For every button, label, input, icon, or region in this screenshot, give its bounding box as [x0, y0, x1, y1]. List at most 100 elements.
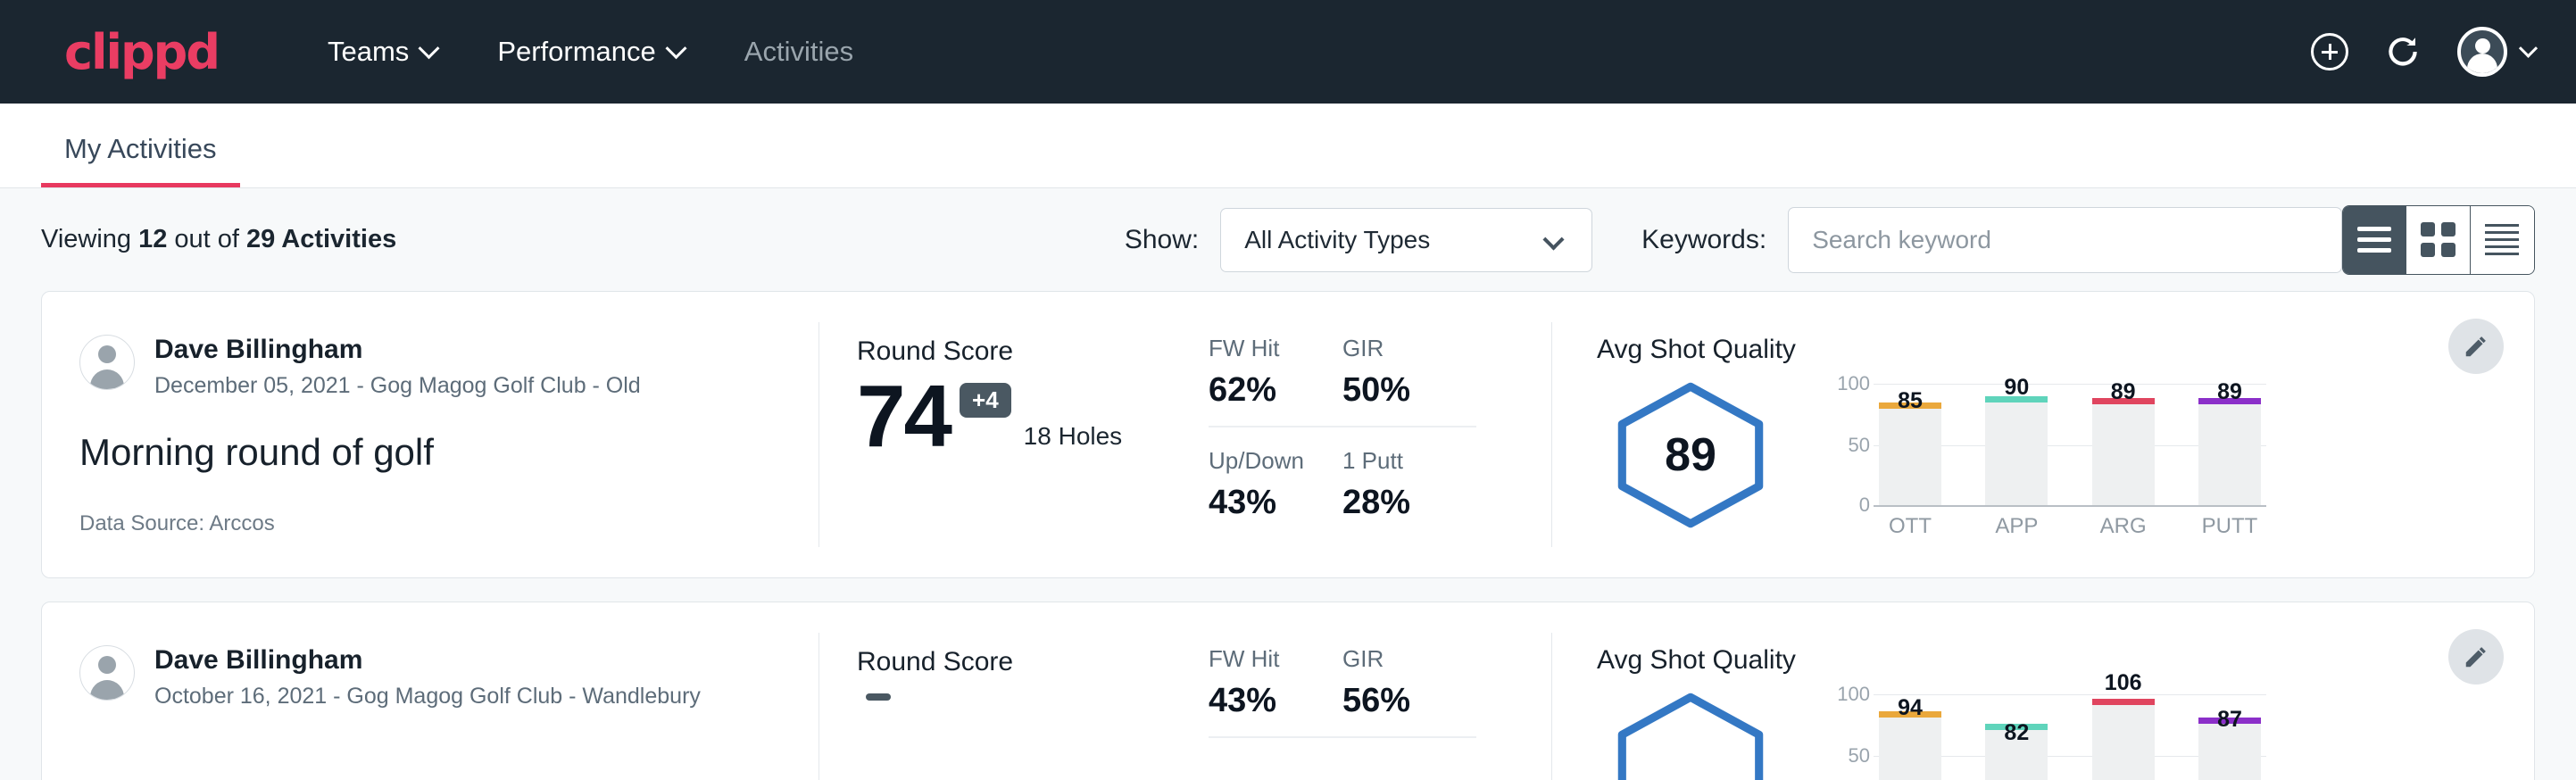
pencil-icon: [2463, 643, 2489, 670]
stat-label: 1 Putt: [1342, 447, 1453, 475]
chart-plot-area: 85 90 89: [1874, 373, 2266, 507]
stat-value: 56%: [1342, 682, 1453, 720]
y-tick-100: 100: [1837, 372, 1870, 395]
stat-label: FW Hit: [1209, 645, 1319, 673]
bar-value: 94: [1898, 695, 1923, 721]
stat-gir: GIR 50%: [1342, 335, 1476, 427]
stat-value: 28%: [1342, 484, 1453, 522]
round-score-value: 74: [857, 374, 951, 458]
activity-summary: Dave Billingham December 05, 2021 - Gog …: [42, 292, 819, 577]
nav-item-performance[interactable]: Performance: [467, 36, 713, 68]
edit-activity-button[interactable]: [2448, 629, 2504, 685]
activity-card[interactable]: Dave Billingham October 16, 2021 - Gog M…: [41, 602, 2535, 780]
primary-nav: Teams Performance Activities: [297, 36, 884, 68]
avg-shot-quality-section: Avg Shot Quality 100 50 0: [1552, 602, 2534, 780]
search-input[interactable]: [1812, 226, 2317, 254]
activity-data-source: Data Source: Arccos: [79, 511, 819, 536]
stat-label: GIR: [1342, 335, 1453, 362]
score-differential-badge: +4: [960, 383, 1011, 418]
avatar: [2457, 27, 2507, 77]
compact-view-button[interactable]: [2471, 206, 2534, 274]
stat-value: 62%: [1209, 371, 1319, 410]
holes-played: 18 Holes: [1024, 422, 1123, 451]
activities-list: Dave Billingham December 05, 2021 - Gog …: [0, 291, 2576, 780]
x-label-arg: ARG: [2092, 514, 2155, 539]
round-score-value-row: 74 +4 18 Holes: [857, 374, 1176, 458]
nav-actions: [2311, 27, 2535, 77]
quality-hexagon: [1597, 681, 1784, 780]
nav-item-activities[interactable]: Activities: [714, 36, 884, 68]
activity-title: Morning round of golf: [79, 431, 819, 474]
quality-hexagon: 89: [1597, 370, 1784, 540]
round-score-label: Round Score: [857, 647, 1176, 677]
stat-gir: GIR 56%: [1342, 645, 1476, 738]
chart-bars: 85 90 89: [1874, 373, 2266, 505]
chevron-down-icon: [2519, 38, 2538, 57]
bar-arg: 89: [2092, 398, 2155, 505]
list-icon: [2357, 227, 2391, 253]
viewing-prefix: Viewing: [41, 225, 138, 253]
quality-score: 89: [1665, 428, 1716, 482]
clippd-logo[interactable]: clippd: [64, 24, 219, 80]
bar-app: 82: [1985, 724, 2048, 780]
filter-toolbar: Viewing 12 out of 29 Activities Show: Al…: [0, 188, 2576, 291]
stat-label: Up/Down: [1209, 447, 1319, 475]
stat-up-down: Up/Down 43%: [1209, 427, 1342, 522]
bar-value: 85: [1898, 388, 1923, 414]
keywords-label: Keywords:: [1641, 225, 1766, 255]
y-tick-50: 50: [1849, 434, 1870, 457]
y-tick-100: 100: [1837, 683, 1870, 706]
bar-ott: 94: [1879, 711, 1941, 780]
player-name: Dave Billingham: [154, 335, 641, 366]
stat-label: FW Hit: [1209, 335, 1319, 362]
activity-type-select[interactable]: All Activity Types: [1220, 208, 1592, 272]
activity-card[interactable]: Dave Billingham December 05, 2021 - Gog …: [41, 291, 2535, 578]
round-stats: FW Hit 43% GIR 56%: [1176, 602, 1551, 780]
viewing-count-text: Viewing 12 out of 29 Activities: [41, 225, 396, 254]
stat-label: GIR: [1342, 645, 1453, 673]
stat-value: 43%: [1209, 484, 1319, 522]
y-tick-50: 50: [1849, 744, 1870, 768]
grid-icon: [2421, 222, 2456, 257]
player-name: Dave Billingham: [154, 645, 701, 676]
compact-list-icon: [2485, 224, 2519, 255]
top-navbar: clippd Teams Performance Activities: [0, 0, 2576, 104]
plus-circle-icon[interactable]: [2311, 33, 2348, 71]
stat-1-putt: 1 Putt 28%: [1342, 427, 1476, 522]
activity-summary: Dave Billingham October 16, 2021 - Gog M…: [42, 602, 819, 780]
avg-shot-quality-label: Avg Shot Quality: [1597, 335, 2534, 365]
bar-value: 89: [2217, 379, 2242, 405]
refresh-icon[interactable]: [2384, 33, 2422, 71]
viewing-count: 12: [138, 225, 167, 253]
tab-my-activities[interactable]: My Activities: [41, 133, 240, 187]
chart-plot-area: 94 82 106: [1874, 684, 2266, 780]
y-tick-0: 0: [1859, 494, 1870, 517]
list-view-button[interactable]: [2343, 206, 2407, 274]
chevron-down-icon: [1543, 228, 1565, 250]
activity-meta: October 16, 2021 - Gog Magog Golf Club -…: [154, 684, 701, 709]
stat-value: 43%: [1209, 682, 1319, 720]
player-avatar: [79, 335, 135, 390]
search-box[interactable]: [1788, 207, 2341, 273]
grid-view-button[interactable]: [2406, 206, 2471, 274]
chevron-down-icon: [665, 37, 686, 59]
stat-fw-hit: FW Hit 62%: [1209, 335, 1342, 427]
edit-activity-button[interactable]: [2448, 319, 2504, 374]
user-menu[interactable]: [2457, 27, 2535, 77]
shot-quality-chart: 100 50 0 94: [1820, 684, 2266, 780]
round-score-value-row: [857, 685, 1176, 701]
bar-value: 106: [2105, 670, 2142, 696]
bar-value: 87: [2217, 707, 2242, 733]
bar-putt: 89: [2198, 398, 2261, 505]
player-avatar: [79, 645, 135, 701]
nav-item-performance-label: Performance: [497, 36, 655, 68]
x-label-ott: OTT: [1879, 514, 1941, 539]
round-score-label: Round Score: [857, 336, 1176, 367]
nav-item-teams[interactable]: Teams: [297, 36, 467, 68]
bar-app: 90: [1985, 396, 2048, 505]
bar-value: 90: [2004, 375, 2029, 401]
chart-bars: 94 82 106: [1874, 684, 2266, 780]
activity-type-value: All Activity Types: [1244, 226, 1430, 254]
round-score-section: Round Score 74 +4 18 Holes: [819, 292, 1176, 577]
round-stats: FW Hit 62% GIR 50% Up/Down 43% 1 Putt 28…: [1176, 292, 1551, 577]
